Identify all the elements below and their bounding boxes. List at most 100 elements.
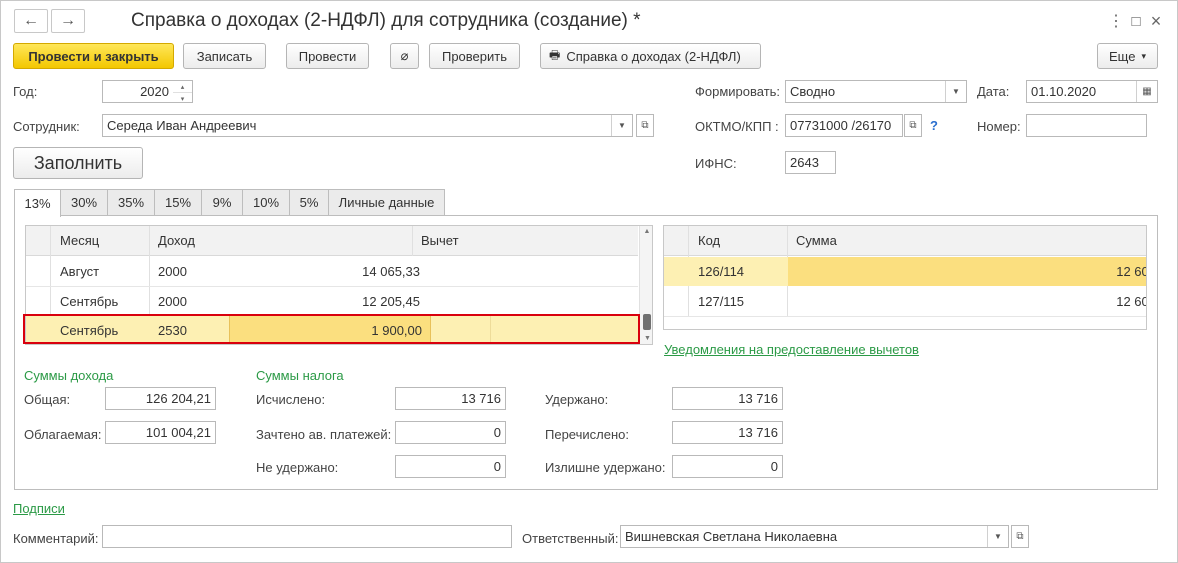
income-table-header: Месяц Доход Вычет [26, 226, 638, 256]
open-responsible-icon[interactable]: ⧉ [1011, 525, 1029, 548]
date-value: 01.10.2020 [1031, 84, 1097, 99]
income-total-input[interactable]: 126 204,21 [105, 387, 216, 410]
date-label: Дата: [977, 84, 1010, 99]
tab-10[interactable]: 10% [242, 189, 290, 215]
scrollbar-thumb[interactable] [643, 314, 651, 330]
column-divider [412, 226, 413, 256]
forward-button[interactable]: → [51, 9, 85, 33]
year-stepper[interactable]: ▴ ▾ [173, 80, 193, 103]
open-oktmo-icon[interactable]: ⧉ [904, 114, 922, 137]
tax-over-withheld-input[interactable]: 0 [672, 455, 783, 478]
ifns-label: ИФНС: [695, 156, 737, 171]
post-and-close-button[interactable]: Провести и закрыть [13, 43, 174, 69]
number-label: Номер: [977, 119, 1021, 134]
number-input[interactable] [1026, 114, 1147, 137]
form-type-label: Формировать: [695, 84, 781, 99]
responsible-label: Ответственный: [522, 531, 619, 546]
maximize-icon[interactable]: □ [1126, 9, 1146, 33]
income-total-label: Общая: [24, 392, 71, 407]
tax-calculated-input[interactable]: 13 716 [395, 387, 506, 410]
attach-button[interactable]: ⌀ [390, 43, 419, 69]
tab-5[interactable]: 5% [289, 189, 329, 215]
save-button[interactable]: Записать [183, 43, 266, 69]
menu-icon[interactable]: ⋮ [1106, 9, 1126, 33]
tax-not-withheld-input[interactable]: 0 [395, 455, 506, 478]
cell-month: Сентябрь [60, 294, 119, 309]
more-button[interactable]: Еще ▾ [1097, 43, 1158, 69]
calendar-icon[interactable]: ▦ [1136, 81, 1157, 102]
tax-over-withheld-label: Излишне удержано: [545, 460, 666, 475]
oktmo-label: ОКТМО/КПП : [695, 119, 779, 134]
stepper-up-icon[interactable]: ▴ [173, 81, 192, 92]
cell-code: 127/115 [698, 294, 745, 309]
deductions-table: Код Сумма 126/114 12 600 127/115 12 600 [663, 225, 1147, 330]
date-input[interactable]: 01.10.2020 ▦ [1026, 80, 1158, 103]
tab-9[interactable]: 9% [201, 189, 243, 215]
comment-label: Комментарий: [13, 531, 99, 546]
cell-sum: 12 600 [1116, 294, 1146, 309]
tax-calculated-label: Исчислено: [256, 392, 326, 407]
row-divider [664, 316, 1146, 317]
cell-month: Август [60, 264, 100, 279]
tax-offset-input[interactable]: 0 [395, 421, 506, 444]
tab-35[interactable]: 35% [107, 189, 155, 215]
tax-sums-title: Суммы налога [256, 368, 344, 383]
stepper-down-icon[interactable]: ▾ [173, 92, 192, 104]
income-sums-title: Суммы дохода [24, 368, 114, 383]
signatures-link[interactable]: Подписи [13, 501, 65, 516]
check-button[interactable]: Проверить [429, 43, 520, 69]
ifns-input[interactable]: 2643 [785, 151, 836, 174]
post-button[interactable]: Провести [286, 43, 369, 69]
tab-personal-data[interactable]: Личные данные [328, 189, 445, 215]
income-taxable-input[interactable]: 101 004,21 [105, 421, 216, 444]
print-report-button[interactable]: 🖶 Справка о доходах (2-НДФЛ) [540, 43, 761, 69]
responsible-value: Вишневская Светлана Николаевна [625, 529, 838, 544]
table-row[interactable]: 127/115 12 600 [664, 287, 1146, 316]
chevron-down-icon: ▾ [1141, 50, 1146, 61]
help-icon[interactable]: ? [930, 118, 938, 133]
responsible-select[interactable]: Вишневская Светлана Николаевна ▼ [620, 525, 1009, 548]
table-row[interactable]: Сентябрь 2000 12 205,45 [26, 287, 638, 316]
header-income[interactable]: Доход [150, 226, 306, 255]
scroll-up-icon[interactable]: ▲ [640, 226, 652, 238]
vertical-scrollbar[interactable]: ▲ ▼ [639, 226, 652, 344]
dropdown-icon[interactable]: ▼ [987, 526, 1008, 547]
oktmo-input[interactable]: 07731000 /26170 [785, 114, 903, 137]
dropdown-icon[interactable]: ▼ [611, 115, 632, 136]
income-taxable-label: Облагаемая: [24, 427, 102, 442]
form-type-select[interactable]: Сводно ▼ [785, 80, 967, 103]
table-row[interactable]: Август 2000 14 065,33 [26, 257, 638, 286]
close-icon[interactable]: × [1146, 9, 1166, 33]
tax-offset-label: Зачтено ав. платежей: [256, 427, 392, 442]
dropdown-icon[interactable]: ▼ [945, 81, 966, 102]
header-code[interactable]: Код [690, 226, 786, 255]
tax-transferred-input[interactable]: 13 716 [672, 421, 783, 444]
paperclip-icon: ⌀ [400, 48, 409, 63]
year-input[interactable]: 2020 [102, 80, 174, 103]
tax-withheld-input[interactable]: 13 716 [672, 387, 783, 410]
tax-withheld-label: Удержано: [545, 392, 609, 407]
header-sum[interactable]: Сумма [788, 226, 904, 255]
employee-select[interactable]: Середа Иван Андреевич ▼ [102, 114, 633, 137]
year-label: Год: [13, 84, 38, 99]
scroll-down-icon[interactable]: ▼ [640, 333, 652, 344]
employee-label: Сотрудник: [13, 119, 80, 134]
tab-13[interactable]: 13% [14, 189, 61, 217]
tab-15[interactable]: 15% [154, 189, 202, 215]
notifications-link[interactable]: Уведомления на предоставление вычетов [664, 342, 919, 357]
highlight-frame [23, 314, 640, 344]
back-button[interactable]: ← [14, 9, 48, 33]
fill-button[interactable]: Заполнить [13, 147, 143, 179]
comment-input[interactable] [102, 525, 512, 548]
deductions-table-header: Код Сумма [664, 226, 1146, 256]
tax-transferred-label: Перечислено: [545, 427, 629, 442]
form-type-value: Сводно [790, 84, 836, 99]
cell-sum-active[interactable]: 12 600 [788, 257, 1146, 286]
table-row-selected[interactable]: 126/114 12 600 [664, 257, 1146, 286]
tab-30[interactable]: 30% [60, 189, 108, 215]
tax-not-withheld-label: Не удержано: [256, 460, 339, 475]
cell-code: 126/114 [698, 264, 745, 279]
cell-amount: 14 065,33 [362, 264, 420, 279]
header-deduction[interactable]: Вычет [413, 226, 579, 255]
open-employee-icon[interactable]: ⧉ [636, 114, 654, 137]
